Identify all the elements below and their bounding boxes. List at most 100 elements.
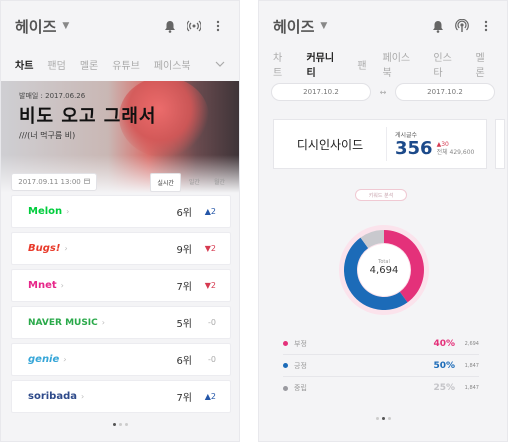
legend-label: 긍정 [294,361,307,370]
rank-change: -0 [208,355,216,364]
song-subtitle: ///(너 먹구름 비) [19,131,76,140]
rank-change: ▲2 [204,207,216,216]
rank-value: 7위 [176,393,192,404]
platform-row-melon[interactable]: Melon › 6위 ▲2 [11,195,231,228]
filter-realtime[interactable]: 실시간 [150,172,181,192]
platform-row-mnet[interactable]: Mnet › 7위 ▼2 [11,269,231,302]
platform-list: Melon › 6위 ▲2 Bugs! › 9위 ▼2 Mnet › 7위 ▼2 NA… [11,195,231,417]
naver-music-logo: NAVER MUSIC › [28,317,105,328]
platform-row-naver[interactable]: NAVER MUSIC › 5위 -0 [11,306,231,339]
chevron-right-icon: › [60,281,64,290]
platform-row-genie[interactable]: genie › 6위 -0 [11,343,231,376]
page-indicator [259,417,507,420]
rank-change: -0 [208,318,216,327]
bell-icon[interactable] [431,19,445,33]
donut-total: 4,694 [369,265,399,276]
bugs-logo: Bugs! › [28,243,68,254]
tab-chart[interactable]: 차트 [15,57,33,72]
bell-icon[interactable] [163,19,177,33]
date-range: 2017.10.2 ↔ 2017.10.2 [259,81,507,103]
chevron-right-icon: › [81,392,85,401]
platform-row-soribada[interactable]: soribada › 7위 ▲2 [11,380,231,413]
rank-value: 5위 [176,319,192,330]
legend-count: 1,847 [464,385,479,391]
calendar-icon [83,178,90,186]
tab-bar: 차트 팬덤 멜론 유튜브 페이스북 [1,51,239,77]
datetime-value: 2017.09.11 13:00 [18,178,81,186]
tab-instagram[interactable]: 인스타 [433,49,459,79]
filter-daily[interactable]: 일간 [183,173,206,192]
chevron-down-icon[interactable] [215,59,225,70]
platform-row-bugs[interactable]: Bugs! › 9위 ▼2 [11,232,231,265]
artist-selector[interactable]: 헤이즈 ▼ [273,16,327,37]
end-date-field[interactable]: 2017.10.2 [395,83,495,101]
release-date: 발매일 : 2017.06.26 [19,92,86,100]
legend-row-negative: 부정 40% 2,694 [283,333,479,355]
tab-community[interactable]: 커뮤니티 [306,49,341,79]
start-date-field[interactable]: 2017.10.2 [271,83,371,101]
tab-youtube[interactable]: 유튜브 [112,57,140,72]
legend-dot [283,385,288,391]
legend-dot [283,363,288,368]
legend-percent: 25% [433,383,455,393]
chevron-down-icon: ▼ [62,21,70,31]
legend-percent: 40% [433,338,455,349]
legend-label: 부정 [294,339,307,348]
post-count: 356 [395,137,433,159]
artist-name: 헤이즈 [15,17,57,36]
chevron-right-icon: › [66,207,70,216]
artist-selector[interactable]: 헤이즈 ▼ [15,16,69,37]
melon-logo: Melon › [28,206,70,217]
datetime-picker[interactable]: 2017.09.11 13:00 [11,173,97,191]
filter-monthly[interactable]: 월간 [208,173,231,192]
mnet-logo: Mnet › [28,280,64,291]
legend-dot [283,341,288,346]
page-indicator [1,423,239,426]
song-title: 비도 오고 그래서 [19,106,157,127]
legend-count: 2,694 [464,340,479,347]
tab-fandom[interactable]: 팬덤 [47,57,65,72]
chart-controls: 2017.09.11 13:00 실시간 일간 월간 [11,172,231,192]
rank-change: ▲2 [204,392,216,401]
community-summary[interactable]: 디시인사이드 게시글수 356 ▲30 전체 429,600 [273,119,487,169]
tab-fan[interactable]: 팬 [357,57,366,72]
genie-logo: genie › [28,354,67,365]
next-card-peek[interactable] [495,119,505,169]
rank-value: 9위 [176,245,192,256]
rank-change: ▼2 [204,244,216,253]
legend-row-positive: 긍정 50% 1,847 [283,355,479,377]
more-vertical-icon[interactable] [211,19,225,33]
sentiment-legend: 부정 40% 2,694 긍정 50% 1,847 중립 25% 1,847 [283,333,479,399]
date-range-separator: ↔ [379,87,387,97]
more-vertical-icon[interactable] [479,19,493,33]
artist-name: 헤이즈 [273,17,315,36]
rank-value: 6위 [176,208,192,219]
legend-count: 1,847 [464,362,479,369]
community-name: 디시인사이드 [296,137,364,152]
soribada-logo: soribada › [28,391,85,402]
tab-chart[interactable]: 차트 [273,49,290,79]
chevron-right-icon: › [64,244,68,253]
chevron-down-icon: ▼ [320,21,328,31]
legend-label: 중립 [294,384,307,392]
tab-bar: 차트 커뮤니티 팬 페이스북 인스타 멜론 [259,49,507,79]
legend-row-neutral: 중립 25% 1,847 [283,377,479,399]
keyword-analysis-button[interactable]: 키워드 분석 [355,189,407,201]
tab-facebook[interactable]: 페이스북 [154,57,191,72]
sentiment-donut: Total 4,694 [259,225,507,329]
chevron-right-icon: › [101,318,105,327]
tab-melon[interactable]: 멜론 [476,49,493,79]
chart-card: 헤이즈 ▼ 차트 팬덤 멜론 유튜브 페이스북 발매일 : 2017.06.26… [0,0,240,442]
rank-change: ▼2 [204,281,216,290]
post-delta: ▲30 [436,140,449,148]
rank-value: 6위 [176,356,192,367]
tab-facebook[interactable]: 페이스북 [383,49,418,79]
top-bar: 헤이즈 ▼ [1,1,239,51]
podcast-icon[interactable] [455,19,469,33]
tab-melon[interactable]: 멜론 [80,57,98,72]
post-total: 전체 429,600 [436,148,475,156]
legend-percent: 50% [433,360,455,371]
broadcast-icon[interactable] [187,19,201,33]
rank-value: 7위 [176,282,192,293]
chevron-right-icon: › [63,355,67,364]
